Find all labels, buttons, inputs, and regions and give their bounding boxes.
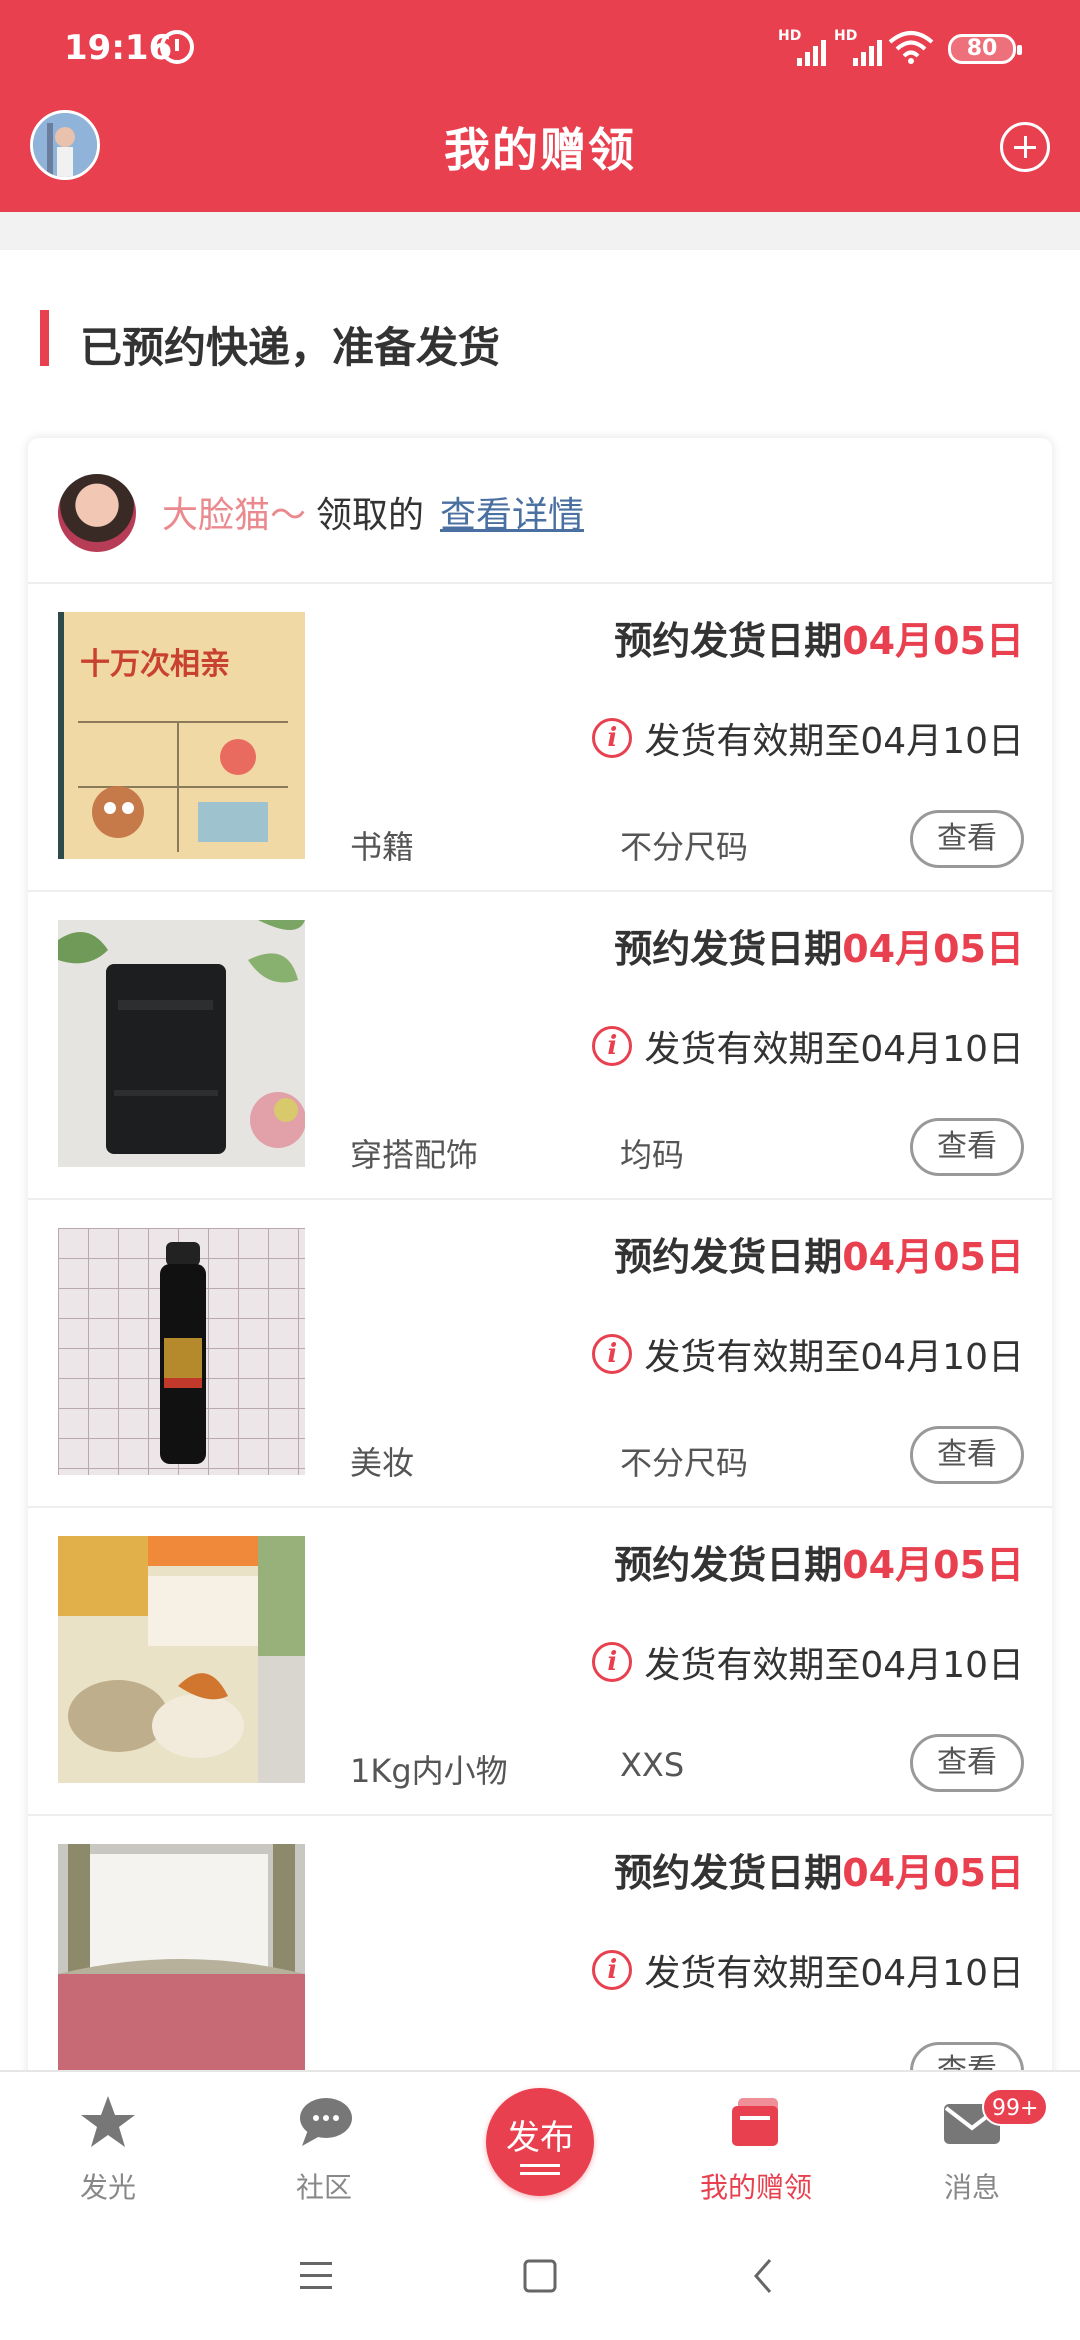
ship-date: 预约发货日期04月05日 xyxy=(614,1235,1024,1279)
reserved-section: 已预约快递，准备发货 大脸猫～ 领取的 查看详情 十万次相亲 预约发货日期04月… xyxy=(0,250,1080,2138)
item-row[interactable]: 预约发货日期04月05日 i 发货有效期至04月10日 1Kg内小物 XXS 查看 xyxy=(28,1508,1052,1816)
item-size: 不分尺码 xyxy=(620,828,749,866)
view-button[interactable]: 查看 xyxy=(910,1426,1024,1484)
info-icon: i xyxy=(592,1950,633,1990)
item-row[interactable]: 十万次相亲 预约发货日期04月05日 i 发货有效期至04月10日 书籍 不分尺码… xyxy=(28,584,1052,892)
wifi-icon xyxy=(888,30,934,64)
system-nav-bar xyxy=(0,2210,1080,2340)
ship-date: 预约发货日期04月05日 xyxy=(614,927,1024,971)
tab-community[interactable]: 社区 xyxy=(234,2072,414,2212)
book-cover-title: 十万次相亲 xyxy=(80,647,230,682)
publish-icon xyxy=(520,2164,560,2167)
info-icon: i xyxy=(592,1026,633,1066)
item-photo-bag xyxy=(58,1844,305,2091)
giver-name[interactable]: 大脸猫～ xyxy=(162,486,306,538)
cell-signal-icon: HD xyxy=(778,28,826,66)
cell-signal-icon: HD xyxy=(834,28,882,66)
info-icon: i xyxy=(592,1642,633,1682)
item-photo-porridge xyxy=(58,1536,305,1783)
battery-icon: 80 xyxy=(948,34,1022,64)
card-header: 大脸猫～ 领取的 查看详情 xyxy=(28,438,1052,584)
tab-messages[interactable]: 99+ 消息 xyxy=(882,2072,1062,2212)
star-icon xyxy=(81,2096,135,2147)
section-title: 已预约快递，准备发货 xyxy=(80,323,501,372)
view-details-link[interactable]: 查看详情 xyxy=(440,486,584,538)
alarm-icon xyxy=(160,30,194,64)
tab-shine[interactable]: 发光 xyxy=(18,2072,198,2212)
item-row[interactable]: 预约发货日期04月05日 i 发货有效期至04月10日 穿搭配饰 均码 查看 xyxy=(28,892,1052,1200)
valid-until: i 发货有效期至04月10日 xyxy=(592,712,1024,764)
unread-badge: 99+ xyxy=(982,2088,1049,2126)
item-row[interactable]: 预约发货日期04月05日 i 发货有效期至04月10日 美妆 不分尺码 查看 xyxy=(28,1200,1052,1508)
view-button[interactable]: 查看 xyxy=(910,1734,1024,1792)
item-photo-spray xyxy=(58,1228,305,1475)
item-photo-clothing xyxy=(58,920,305,1167)
info-icon: i xyxy=(592,718,633,758)
item-photo-book: 十万次相亲 xyxy=(58,612,305,859)
gift-cards-icon xyxy=(732,2098,778,2146)
info-icon: i xyxy=(592,1334,633,1374)
add-button[interactable] xyxy=(1000,122,1050,172)
ship-date: 预约发货日期04月05日 xyxy=(614,619,1024,663)
item-size: XXS xyxy=(620,1746,685,1784)
top-bar: 19:16 HD HD 80 我的赠领 xyxy=(0,0,1080,212)
view-button[interactable]: 查看 xyxy=(910,810,1024,868)
item-category: 美妆 xyxy=(350,1444,415,1482)
home-icon[interactable] xyxy=(510,2248,570,2304)
picked-label: 领取的 xyxy=(316,495,425,536)
giver-avatar[interactable] xyxy=(58,474,136,552)
valid-until: i 发货有效期至04月10日 xyxy=(592,1944,1024,1996)
view-button[interactable]: 查看 xyxy=(910,1118,1024,1176)
page-title: 我的赠领 xyxy=(444,123,636,177)
status-bar: 19:16 HD HD 80 xyxy=(0,0,1080,96)
item-size: 均码 xyxy=(620,1136,685,1174)
publish-button[interactable]: 发布 xyxy=(486,2088,594,2196)
valid-until: i 发货有效期至04月10日 xyxy=(592,1020,1024,1072)
item-category: 1Kg内小物 xyxy=(350,1752,508,1790)
item-category: 书籍 xyxy=(350,828,415,866)
ship-date: 预约发货日期04月05日 xyxy=(614,1543,1024,1587)
back-icon[interactable] xyxy=(734,2248,794,2304)
ship-date: 预约发货日期04月05日 xyxy=(614,1851,1024,1895)
bottom-tab-bar: 发光 社区 发布 我的赠领 99+ 消息 xyxy=(0,2070,1080,2210)
valid-until: i 发货有效期至04月10日 xyxy=(592,1328,1024,1380)
item-size: 不分尺码 xyxy=(620,1444,749,1482)
item-category: 穿搭配饰 xyxy=(350,1136,479,1174)
status-time: 19:16 xyxy=(64,28,173,68)
valid-until: i 发货有效期至04月10日 xyxy=(592,1636,1024,1688)
order-card: 大脸猫～ 领取的 查看详情 十万次相亲 预约发货日期04月05日 i 发货有效期至… xyxy=(28,438,1052,2138)
chat-bubble-icon xyxy=(300,2098,352,2146)
menu-icon[interactable] xyxy=(286,2248,346,2304)
section-accent-bar xyxy=(40,310,49,366)
tab-my-gifts[interactable]: 我的赠领 xyxy=(666,2072,846,2212)
